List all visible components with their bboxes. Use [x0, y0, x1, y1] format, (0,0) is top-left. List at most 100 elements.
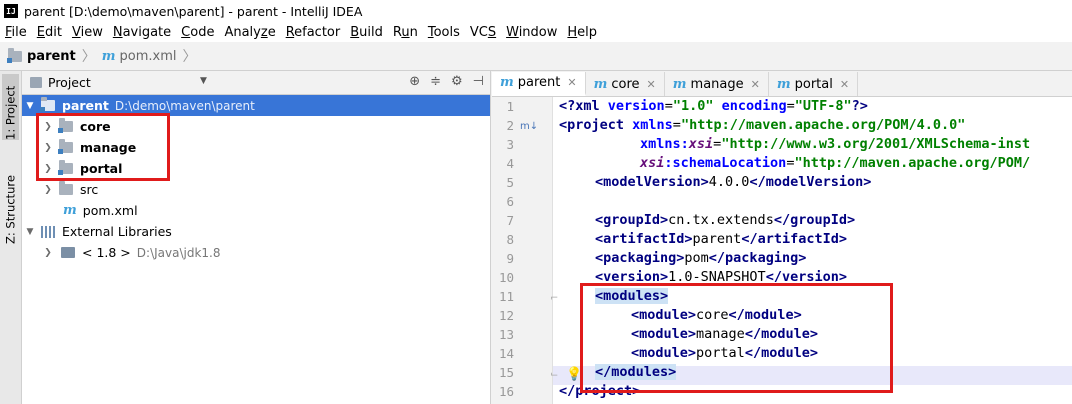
structure-tool-tab[interactable]: Z: Structure	[2, 164, 19, 244]
close-icon[interactable]: ✕	[840, 78, 849, 91]
line-number: 8	[506, 232, 514, 247]
menu-window[interactable]: Window	[501, 25, 562, 40]
chevron-right-icon[interactable]: ❯	[43, 185, 53, 195]
code-line: xmlns:xsi="http://www.w3.org/2001/XMLSch…	[640, 136, 1031, 152]
menu-bar: File Edit View Navigate Code Analyze Refactor B…	[0, 22, 1072, 42]
tree-node-label: src	[80, 182, 99, 197]
line-number: 14	[498, 346, 514, 361]
chevron-right-icon: 〉	[81, 49, 96, 65]
menu-tools[interactable]: Tools	[423, 25, 465, 40]
line-number: 6	[506, 194, 514, 209]
maven-file-icon: m	[63, 203, 77, 218]
hide-panel-icon[interactable]: ⊣	[473, 74, 484, 89]
line-number: 2	[506, 118, 514, 133]
tree-node-src[interactable]: ❯ src	[22, 179, 490, 200]
gear-icon[interactable]: ⚙	[451, 74, 463, 89]
breadcrumb-project[interactable]: parent	[7, 47, 76, 64]
tree-node-pom[interactable]: m pom.xml	[22, 200, 490, 221]
tab-label: manage	[690, 76, 744, 92]
breadcrumb-project-label: parent	[27, 48, 76, 64]
maven-file-icon: m	[500, 75, 514, 90]
menu-file[interactable]: File	[0, 25, 32, 40]
title-bar: IJ parent [D:\demo\maven\parent] - paren…	[0, 0, 1072, 22]
menu-vcs[interactable]: VCS	[465, 25, 501, 40]
menu-view[interactable]: View	[67, 25, 108, 40]
code-line: <modelVersion>4.0.0</modelVersion>	[595, 174, 872, 190]
tree-node-label: < 1.8 >	[82, 245, 131, 260]
code-line: <groupId>cn.tx.extends</groupId>	[595, 212, 856, 228]
tree-node-label: External Libraries	[62, 224, 172, 239]
maven-file-icon: m	[672, 76, 687, 92]
navigation-bar: parent 〉 m pom.xml 〉	[0, 42, 1072, 71]
code-line: <?xml version="1.0" encoding="UTF-8"?>	[559, 98, 868, 114]
module-folder-icon	[7, 47, 22, 63]
tree-node-label: pom.xml	[82, 203, 138, 218]
chevron-right-icon: 〉	[182, 49, 197, 65]
menu-code[interactable]: Code	[176, 25, 219, 40]
editor-tabs: m parent ✕ m core ✕ m manage ✕ m portal …	[492, 71, 1072, 97]
line-number: 7	[506, 213, 514, 228]
code-line: <packaging>pom</packaging>	[595, 250, 807, 266]
maven-file-icon: m	[101, 48, 116, 64]
editor: m parent ✕ m core ✕ m manage ✕ m portal …	[492, 71, 1072, 404]
menu-refactor[interactable]: Refactor	[281, 25, 346, 40]
locate-icon[interactable]: ⊕	[409, 74, 420, 89]
jdk-icon	[61, 247, 75, 258]
tab-label: portal	[794, 76, 833, 92]
tree-node-path: D:\Java\jdk1.8	[136, 245, 221, 260]
menu-navigate[interactable]: Navigate	[108, 25, 176, 40]
menu-run[interactable]: Run	[388, 25, 423, 40]
view-dropdown-icon[interactable]: ▼	[200, 76, 207, 86]
folder-icon	[59, 181, 73, 195]
tree-node-external-libraries[interactable]: ▼ External Libraries	[22, 221, 490, 242]
line-number: 15	[498, 365, 514, 380]
module-folder-icon	[40, 97, 55, 112]
chevron-right-icon[interactable]: ❯	[43, 248, 53, 258]
code-line: <project xmlns="http://maven.apache.org/…	[559, 117, 966, 133]
line-number: 5	[506, 175, 514, 190]
chevron-down-icon[interactable]: ▼	[25, 101, 35, 111]
chevron-down-icon[interactable]: ▼	[25, 227, 35, 237]
library-icon	[41, 225, 55, 238]
tree-node-path: D:\demo\maven\parent	[114, 98, 255, 113]
breadcrumb-file-label: pom.xml	[119, 48, 177, 64]
maven-file-icon: m	[593, 76, 608, 92]
line-number: 12	[498, 308, 514, 323]
code-line: xsi:schemaLocation="http://maven.apache.…	[640, 155, 1031, 171]
tab-label: parent	[517, 75, 561, 90]
close-icon[interactable]: ✕	[751, 78, 760, 91]
project-tool-tab-label: 1: Project	[3, 85, 18, 140]
project-tool-tab[interactable]: 1: Project	[2, 74, 19, 140]
editor-gutter: m↓ ⌐ ⌙ 💡 1 2 3 4 5 6 7 8 9 10 11 12 13 14 15 16	[492, 97, 582, 404]
breadcrumb-file[interactable]: m pom.xml	[102, 49, 177, 64]
menu-help[interactable]: Help	[562, 25, 602, 40]
close-icon[interactable]: ✕	[647, 78, 656, 91]
left-tool-strip: 1: Project Z: Structure	[0, 71, 22, 404]
line-number: 11	[498, 289, 514, 304]
close-icon[interactable]: ✕	[567, 76, 576, 89]
line-number: 9	[506, 251, 514, 266]
code-line: <artifactId>parent</artifactId>	[595, 231, 847, 247]
structure-tool-tab-label: Z: Structure	[3, 175, 18, 244]
project-panel: Project ▼ ⊕ ≑ ⚙ ⊣ ▼ parent D:\demo\maven…	[22, 71, 491, 404]
menu-edit[interactable]: Edit	[32, 25, 67, 40]
tab-parent[interactable]: m parent ✕	[492, 72, 586, 96]
tab-core[interactable]: m core ✕	[586, 72, 665, 96]
tab-manage[interactable]: m manage ✕	[665, 72, 769, 96]
window-title: parent [D:\demo\maven\parent] - parent -…	[24, 3, 363, 19]
annotation-highlight-box	[36, 113, 170, 181]
project-view-icon	[30, 77, 42, 88]
annotation-highlight-box	[580, 283, 893, 393]
tree-node-jdk[interactable]: ❯ < 1.8 > D:\Java\jdk1.8	[22, 242, 490, 263]
maven-gutter-icon[interactable]: m↓	[520, 121, 538, 132]
collapse-all-icon[interactable]: ≑	[430, 74, 441, 89]
tab-label: core	[611, 76, 640, 92]
intellij-logo-icon: IJ	[4, 4, 18, 18]
maven-file-icon: m	[776, 76, 791, 92]
menu-build[interactable]: Build	[345, 25, 388, 40]
project-panel-header: Project ▼ ⊕ ≑ ⚙ ⊣	[22, 71, 490, 95]
project-panel-title: Project	[48, 75, 91, 90]
menu-analyze[interactable]: Analyze	[219, 25, 280, 40]
line-number: 4	[506, 156, 514, 171]
tab-portal[interactable]: m portal ✕	[769, 72, 859, 96]
